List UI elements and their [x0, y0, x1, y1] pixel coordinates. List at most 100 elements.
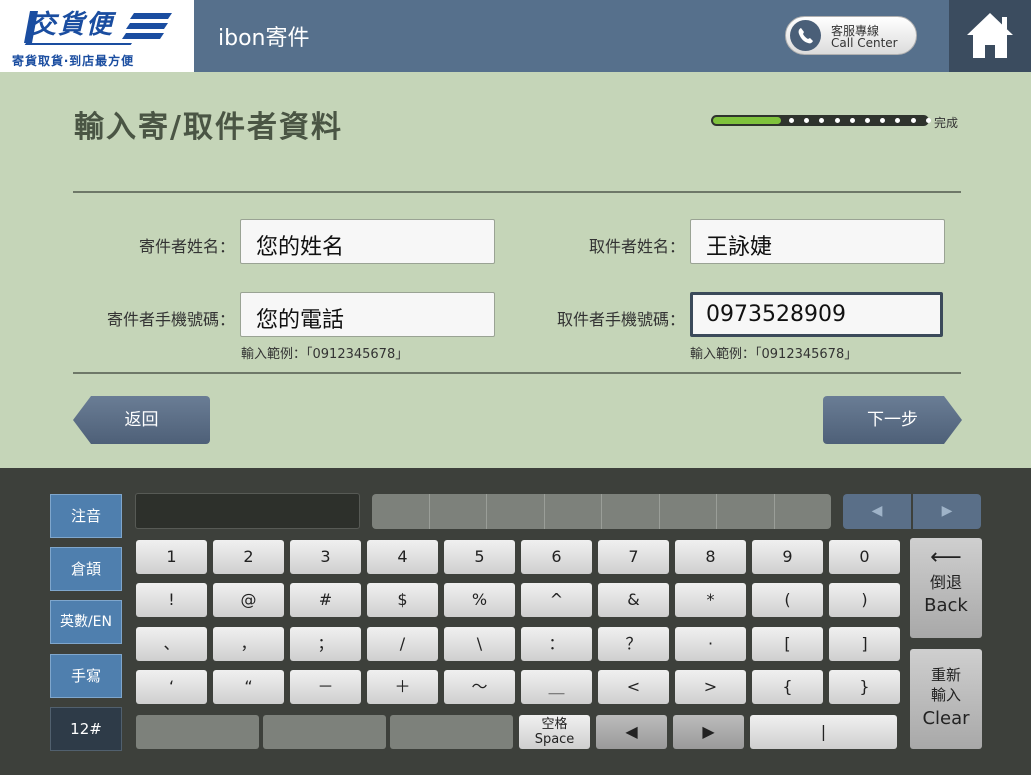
char-key[interactable]: / — [367, 627, 438, 661]
backspace-label-zh: 倒退 — [929, 573, 962, 592]
char-key[interactable]: 7 — [598, 540, 669, 574]
candidate-bar[interactable] — [372, 494, 831, 529]
blank-key — [136, 715, 259, 749]
sender-name-input[interactable]: 您的姓名 — [240, 219, 495, 264]
logo-text: 交貨便 — [30, 10, 115, 40]
blank-key — [390, 715, 513, 749]
progress-step-dot — [819, 118, 824, 123]
char-key[interactable]: $ — [367, 583, 438, 617]
progress-step-dot — [835, 118, 840, 123]
char-key[interactable]: * — [675, 583, 746, 617]
progress-step-dot — [880, 118, 885, 123]
sender-name-label: 寄件者姓名： — [138, 237, 235, 256]
char-key[interactable]: { — [752, 670, 823, 704]
mode-cangjie-button[interactable]: 倉頡 — [50, 547, 122, 591]
receiver-phone-hint: 輸入範例：「0912345678」 — [690, 347, 858, 362]
pipe-key[interactable]: | — [750, 715, 897, 749]
space-key[interactable]: 空格 Space — [519, 715, 590, 749]
char-key[interactable]: > — [675, 670, 746, 704]
char-key[interactable]: @ — [213, 583, 284, 617]
clear-label-zh-2: 輸入 — [930, 686, 961, 704]
composition-field — [135, 493, 360, 529]
char-key[interactable]: － — [290, 670, 361, 704]
mode-english-button[interactable]: 英數/EN — [50, 600, 122, 644]
char-key[interactable]: 6 — [521, 540, 592, 574]
char-key[interactable]: # — [290, 583, 361, 617]
sender-phone-input[interactable]: 您的電話 — [240, 292, 495, 337]
char-key[interactable]: ( — [752, 583, 823, 617]
char-key[interactable]: ‘ — [136, 670, 207, 704]
progress-step-dot — [911, 118, 916, 123]
char-key[interactable]: · — [675, 627, 746, 661]
char-key[interactable]: 、 — [136, 627, 207, 661]
char-key[interactable]: 4 — [367, 540, 438, 574]
phone-icon — [790, 20, 821, 51]
char-key[interactable]: 8 — [675, 540, 746, 574]
form-panel: 輸入寄/取件者資料 完成 寄件者姓名： 您的姓名 取件者姓名： 王詠婕 寄件者手… — [0, 72, 1031, 468]
page-title: 輸入寄/取件者資料 — [74, 110, 343, 145]
clear-key[interactable]: 重新 輸入 Clear — [910, 649, 982, 749]
char-key[interactable]: ～ — [444, 670, 515, 704]
char-key[interactable]: “ — [213, 670, 284, 704]
call-center-button[interactable]: 客服專線 Call Center — [785, 16, 917, 55]
char-key[interactable]: } — [829, 670, 900, 704]
backspace-key[interactable]: ⟵ 倒退 Back — [910, 538, 982, 638]
top-divider — [73, 191, 961, 193]
char-key[interactable]: 3 — [290, 540, 361, 574]
receiver-phone-input[interactable]: 0973528909 — [690, 292, 943, 337]
blank-key — [263, 715, 386, 749]
char-key[interactable]: % — [444, 583, 515, 617]
logo-slogan: 寄貨取貨‧到店最方便 — [12, 54, 135, 68]
next-button[interactable]: 下一步 — [823, 396, 962, 444]
char-key[interactable]: ？ — [598, 627, 669, 661]
char-key[interactable]: ＿ — [521, 670, 592, 704]
char-key[interactable]: 5 — [444, 540, 515, 574]
clear-label-en: Clear — [922, 708, 970, 729]
char-key[interactable]: 9 — [752, 540, 823, 574]
progress-bar — [711, 115, 931, 126]
char-key[interactable]: 2 — [213, 540, 284, 574]
home-button[interactable] — [949, 0, 1031, 72]
char-key[interactable]: 0 — [829, 540, 900, 574]
mode-zhuyin-button[interactable]: 注音 — [50, 494, 122, 538]
char-key[interactable]: & — [598, 583, 669, 617]
candidate-prev-button[interactable]: ◀ — [843, 494, 911, 529]
backspace-arrow-icon: ⟵ — [930, 545, 962, 570]
bottom-divider — [73, 372, 961, 374]
onscreen-keyboard: 注音 倉頡 英數/EN 手寫 12# ◀ ▶ 1 2 3 4 5 6 7 8 9 0! @ # $% ^ &… — [0, 468, 1031, 775]
candidate-next-button[interactable]: ▶ — [913, 494, 981, 529]
candidate-slot[interactable] — [545, 494, 602, 529]
progress-step-dot — [850, 118, 855, 123]
progress-step-dot — [804, 118, 809, 123]
char-key[interactable]: < — [598, 670, 669, 704]
progress-step-dot — [895, 118, 900, 123]
candidate-slot[interactable] — [717, 494, 775, 529]
candidate-slot[interactable] — [430, 494, 487, 529]
char-key[interactable]: ＋ — [367, 670, 438, 704]
mode-handwriting-button[interactable]: 手寫 — [50, 654, 122, 698]
receiver-name-input[interactable]: 王詠婕 — [690, 219, 945, 264]
progress-step-dot — [865, 118, 870, 123]
char-key[interactable]: [ — [752, 627, 823, 661]
back-button[interactable]: 返回 — [73, 396, 210, 444]
mode-symbols-button[interactable]: 12# — [50, 707, 122, 751]
candidate-slot[interactable] — [487, 494, 545, 529]
cursor-left-key[interactable]: ◀ — [596, 715, 667, 749]
progress-label: 完成 — [934, 116, 959, 130]
char-key[interactable]: ! — [136, 583, 207, 617]
candidate-slot[interactable] — [372, 494, 430, 529]
char-key[interactable]: ， — [213, 627, 284, 661]
char-key[interactable]: ； — [290, 627, 361, 661]
char-key[interactable]: ^ — [521, 583, 592, 617]
char-key[interactable]: ) — [829, 583, 900, 617]
char-key[interactable]: ： — [521, 627, 592, 661]
brand-logo: 交貨便 寄貨取貨‧到店最方便 — [0, 0, 194, 72]
char-key[interactable]: ] — [829, 627, 900, 661]
char-key[interactable]: 1 — [136, 540, 207, 574]
candidate-slot[interactable] — [602, 494, 660, 529]
char-key[interactable]: \ — [444, 627, 515, 661]
progress-fill — [713, 117, 781, 124]
candidate-slot[interactable] — [660, 494, 717, 529]
cursor-right-key[interactable]: ▶ — [673, 715, 744, 749]
candidate-slot[interactable] — [775, 494, 832, 529]
